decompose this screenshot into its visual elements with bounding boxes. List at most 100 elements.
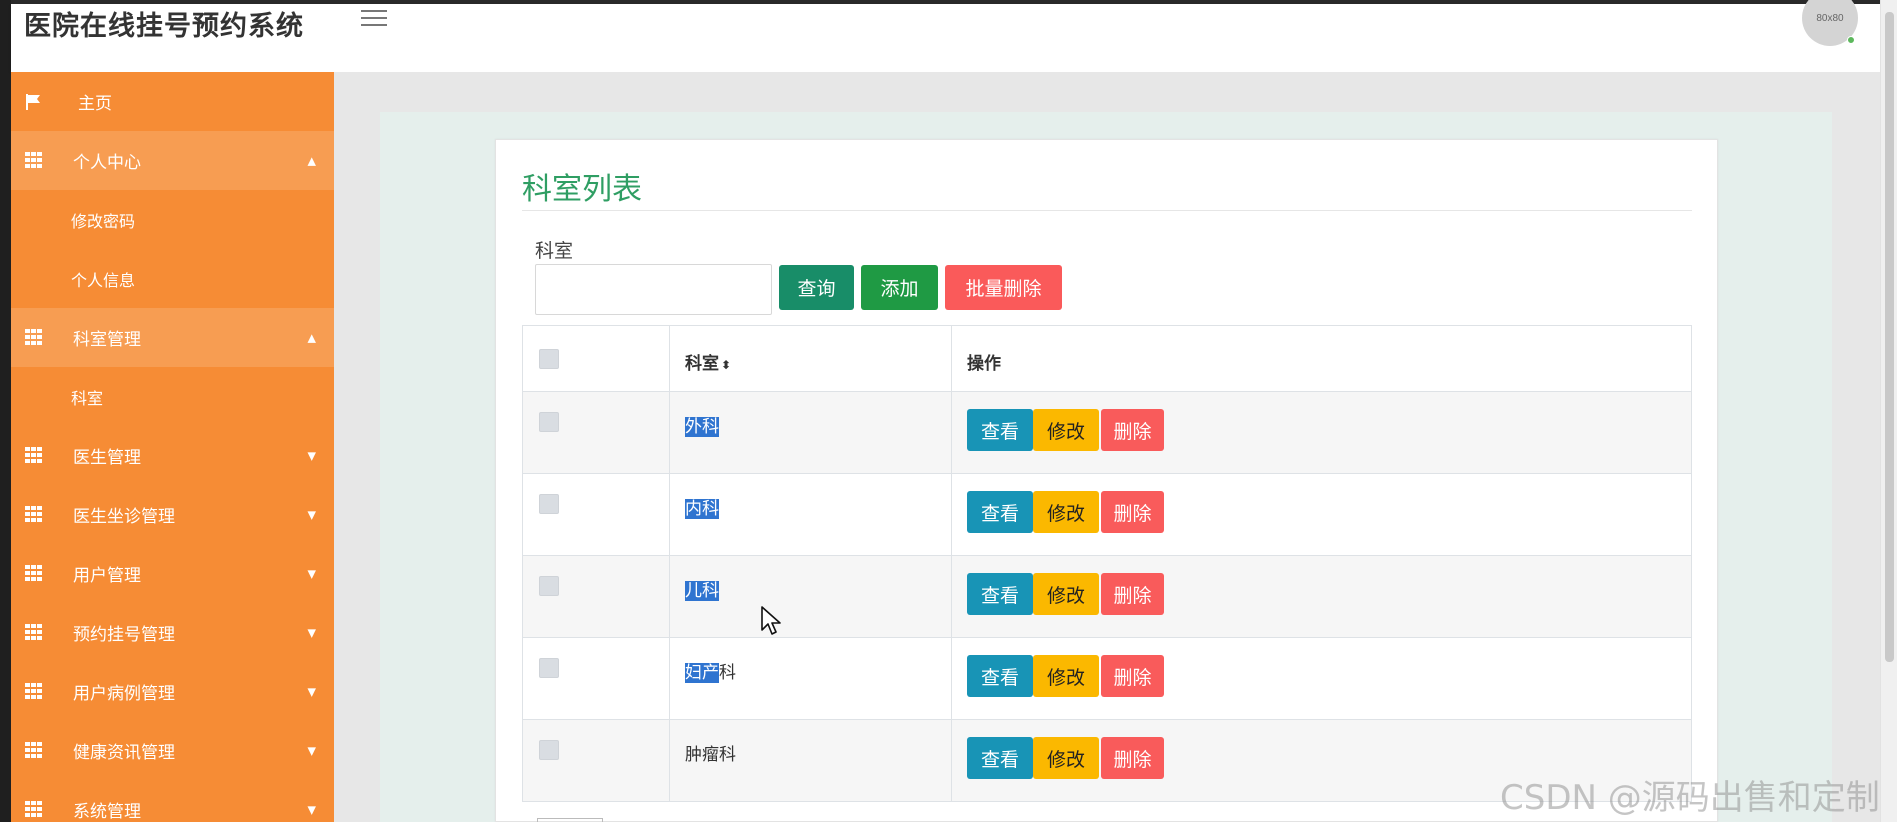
row-checkbox[interactable] <box>539 494 559 514</box>
sidebar-item-personal-center[interactable]: 个人中心 ▲ <box>11 131 334 190</box>
window-left-edge <box>0 0 11 822</box>
grid-icon <box>25 623 43 642</box>
online-status-icon <box>1847 36 1855 44</box>
sidebar-item-label: 主页 <box>78 94 112 114</box>
edit-button[interactable]: 修改 <box>1033 573 1099 615</box>
pagination-button[interactable] <box>537 818 603 822</box>
grid-icon <box>25 682 43 701</box>
dept-name-cell: 外科 <box>669 391 952 474</box>
edit-button[interactable]: 修改 <box>1033 409 1099 451</box>
sidebar-item-system-mgmt[interactable]: 系统管理 ▼ <box>11 780 334 822</box>
sidebar-item-home[interactable]: 主页 <box>11 72 334 131</box>
page-title: 科室列表 <box>522 172 642 207</box>
table-row: 内科 查看 修改 删除 <box>522 473 1692 556</box>
sidebar-item-dept-mgmt[interactable]: 科室管理 ▲ <box>11 308 334 367</box>
sort-icon[interactable]: ⬍ <box>721 358 731 372</box>
sidebar-item-label: 医生坐诊管理 <box>73 507 175 527</box>
delete-button[interactable]: 删除 <box>1101 655 1164 697</box>
row-checkbox[interactable] <box>539 740 559 760</box>
sidebar-item-label: 用户管理 <box>73 566 141 586</box>
row-checkbox[interactable] <box>539 658 559 678</box>
dept-filter-label: 科室 <box>535 240 574 262</box>
grid-icon <box>25 564 43 583</box>
view-button[interactable]: 查看 <box>967 655 1033 697</box>
chevron-down-icon: ▼ <box>307 803 316 816</box>
select-all-checkbox[interactable] <box>539 349 559 369</box>
delete-button[interactable]: 删除 <box>1101 491 1164 533</box>
delete-button[interactable]: 删除 <box>1101 409 1164 451</box>
table-row: 儿科 查看 修改 删除 <box>522 555 1692 638</box>
selected-text: 儿科 <box>685 581 719 601</box>
edit-button[interactable]: 修改 <box>1033 737 1099 779</box>
chevron-down-icon: ▼ <box>307 744 316 757</box>
view-button[interactable]: 查看 <box>967 573 1033 615</box>
sidebar-item-doctor-schedule-mgmt[interactable]: 医生坐诊管理 ▼ <box>11 485 334 544</box>
dept-name-cell: 妇产科 <box>669 637 952 720</box>
ops-column-header: 操作 <box>951 325 1692 392</box>
title-divider <box>522 210 1692 211</box>
chevron-down-icon: ▼ <box>307 508 316 521</box>
sidebar-item-appointment-mgmt[interactable]: 预约挂号管理 ▼ <box>11 603 334 662</box>
view-button[interactable]: 查看 <box>967 409 1033 451</box>
row-check-cell <box>522 473 670 556</box>
grid-icon <box>25 446 43 465</box>
sidebar-subitem-change-password[interactable]: 修改密码 <box>11 190 334 249</box>
chevron-down-icon: ▼ <box>307 685 316 698</box>
sidebar-item-doctor-mgmt[interactable]: 医生管理 ▼ <box>11 426 334 485</box>
row-check-cell <box>522 555 670 638</box>
ops-cell: 查看 修改 删除 <box>951 391 1692 474</box>
table-header-row: 科室 ⬍ 操作 <box>522 325 1692 392</box>
row-check-cell <box>522 637 670 720</box>
page-scrollbar[interactable] <box>1880 0 1897 822</box>
flag-icon <box>26 93 40 110</box>
chevron-up-icon: ▲ <box>307 331 316 344</box>
delete-button[interactable]: 删除 <box>1101 573 1164 615</box>
dept-table: 科室 ⬍ 操作 外科 查看 修改 删除 内科 查看 修改 删除 儿科 查看 修改… <box>522 325 1692 802</box>
mouse-cursor-icon <box>761 606 781 635</box>
sidebar-item-user-mgmt[interactable]: 用户管理 ▼ <box>11 544 334 603</box>
grid-icon <box>25 505 43 524</box>
chevron-down-icon: ▼ <box>307 626 316 639</box>
ops-cell: 查看 修改 删除 <box>951 555 1692 638</box>
sidebar-subitem-dept[interactable]: 科室 <box>11 367 334 426</box>
dept-header-label: 科室 <box>685 354 719 374</box>
sidebar-item-label: 医生管理 <box>73 448 141 468</box>
edit-button[interactable]: 修改 <box>1033 491 1099 533</box>
scrollbar-thumb[interactable] <box>1885 12 1894 662</box>
sidebar-item-label: 个人中心 <box>73 153 141 173</box>
grid-icon <box>25 151 43 170</box>
selected-text: 妇产 <box>685 663 719 683</box>
batch-delete-button[interactable]: 批量删除 <box>945 265 1062 310</box>
watermark: CSDN @源码出售和定制 <box>1500 778 1880 818</box>
sidebar-subitem-personal-info[interactable]: 个人信息 <box>11 249 334 308</box>
dept-filter-input[interactable] <box>535 264 772 315</box>
ops-cell: 查看 修改 删除 <box>951 637 1692 720</box>
unselected-text: 肿瘤科 <box>685 745 736 765</box>
row-check-cell <box>522 391 670 474</box>
selected-text: 外科 <box>685 417 719 437</box>
unselected-text: 科 <box>719 663 736 683</box>
delete-button[interactable]: 删除 <box>1101 737 1164 779</box>
sidebar-item-case-mgmt[interactable]: 用户病例管理 ▼ <box>11 662 334 721</box>
top-header: 医院在线挂号预约系统 80x80 <box>11 0 1880 72</box>
app-title: 医院在线挂号预约系统 <box>24 11 304 42</box>
grid-icon <box>25 741 43 760</box>
ops-cell: 查看 修改 删除 <box>951 473 1692 556</box>
dept-name-cell: 儿科 <box>669 555 952 638</box>
chevron-up-icon: ▲ <box>307 154 316 167</box>
grid-icon <box>25 328 43 347</box>
dept-name-cell: 肿瘤科 <box>669 719 952 802</box>
sidebar-item-label: 健康资讯管理 <box>73 743 175 763</box>
view-button[interactable]: 查看 <box>967 491 1033 533</box>
menu-toggle-icon[interactable] <box>361 10 387 30</box>
query-button[interactable]: 查询 <box>779 265 854 310</box>
dept-column-header[interactable]: 科室 ⬍ <box>669 325 952 392</box>
view-button[interactable]: 查看 <box>967 737 1033 779</box>
add-button[interactable]: 添加 <box>861 265 938 310</box>
row-checkbox[interactable] <box>539 412 559 432</box>
edit-button[interactable]: 修改 <box>1033 655 1099 697</box>
sidebar-item-health-news-mgmt[interactable]: 健康资讯管理 ▼ <box>11 721 334 780</box>
sidebar-item-label: 预约挂号管理 <box>73 625 175 645</box>
sidebar-item-label: 系统管理 <box>73 802 141 822</box>
row-checkbox[interactable] <box>539 576 559 596</box>
